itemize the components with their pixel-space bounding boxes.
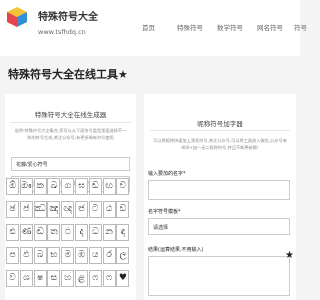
symbol-cell[interactable]: ඕ: [6, 178, 19, 195]
template-select[interactable]: 请选择: [148, 218, 290, 235]
symbol-cell[interactable]: ක: [33, 178, 47, 195]
result-output[interactable]: [148, 256, 290, 296]
symbol-cell[interactable]: ඥ: [61, 201, 75, 218]
symbol-cell[interactable]: ඩ: [116, 201, 130, 218]
template-select-value: 请选择: [153, 225, 169, 231]
divider: [10, 122, 131, 123]
symbol-cell[interactable]: ල: [116, 247, 130, 264]
symbol-cell[interactable]: ඝ: [75, 178, 88, 195]
template-label: 名字符号模板*: [148, 209, 181, 215]
symbol-cell[interactable]: ඪ: [6, 224, 19, 241]
symbol-cell[interactable]: ස: [47, 270, 61, 287]
symbol-cell[interactable]: භ: [47, 247, 61, 264]
page-title: 特殊符号大全在线工具★: [8, 68, 128, 81]
result-label: 结果(运算结果,不用输入): [148, 247, 204, 253]
nav-item-nickname-symbols[interactable]: 网名符号: [257, 22, 283, 32]
symbol-cell[interactable]: ඤ: [47, 201, 61, 218]
symbol-cell[interactable]: න: [102, 224, 116, 241]
symbol-cell[interactable]: ථ: [61, 224, 75, 241]
name-input[interactable]: [148, 180, 290, 200]
symbol-cell[interactable]: ඛ: [47, 178, 61, 195]
name-input-label: 输入要加的名字*: [148, 171, 186, 177]
symbol-cell[interactable]: ඵ: [19, 247, 33, 264]
symbol-cell[interactable]: බ: [33, 247, 47, 264]
symbol-cell[interactable]: ප: [6, 247, 19, 264]
symbol-cell[interactable]: ඡ: [6, 201, 19, 218]
symbol-cell[interactable]: ය: [88, 247, 102, 264]
main-nav: 首页 特殊符号 数学符号 网名符号 符号: [130, 22, 307, 34]
symbol-cell[interactable]: ශ: [19, 270, 33, 287]
symbol-cell[interactable]: ග: [61, 178, 75, 195]
cube-logo-icon[interactable]: [6, 6, 28, 28]
symbol-cell[interactable]: ච: [116, 178, 130, 195]
symbol-cell[interactable]: ෆ: [88, 270, 102, 287]
site-header: 特殊符号大全 www.tsfhdq.cn 首页 特殊符号 数学符号 网名符号 符…: [0, 0, 307, 56]
site-url: www.tsfhdq.cn: [38, 28, 86, 36]
symbol-cell[interactable]: ධ: [88, 224, 102, 241]
nickname-tool-title: 昵称符号加字器: [197, 120, 243, 128]
symbol-cell[interactable]: ම: [61, 247, 75, 264]
symbol-cell[interactable]: ළ: [75, 270, 88, 287]
symbol-cell[interactable]: ට: [88, 201, 102, 218]
symbol-cell[interactable]: ඹ: [75, 247, 88, 264]
symbol-cell[interactable]: ත: [47, 224, 61, 241]
symbol-cell[interactable]: ඨ: [102, 201, 116, 218]
symbol-cell[interactable]: ඳ: [116, 224, 130, 241]
star-icon: ★: [285, 250, 294, 261]
symbol-cell[interactable]: ඬ: [33, 224, 47, 241]
symbol-cell[interactable]: ද: [75, 224, 88, 241]
nickname-symbol-card: 昵称符号加字器 可以将昵称快速加上漂亮符号,关注公众号,可以将工具放入微信,公众…: [144, 94, 296, 300]
nav-item-math-symbols[interactable]: 数学符号: [217, 22, 243, 32]
site-name[interactable]: 特殊符号大全: [38, 8, 98, 23]
symbol-cell[interactable]: ඦ: [75, 201, 88, 218]
symbol-cell[interactable]: ණ: [19, 224, 33, 241]
nav-item-symbols[interactable]: 符号: [294, 22, 307, 32]
symbol-cell[interactable]: ජ: [19, 201, 33, 218]
symbol-cell[interactable]: ඞ: [88, 178, 102, 195]
symbol-cell[interactable]: ර: [102, 247, 116, 264]
nav-item-home[interactable]: 首页: [142, 22, 155, 32]
nickname-tool-description: 可以将昵称快速加上漂亮符号,关注公众号,可以将工具放入微信,公众号有800+加一…: [153, 138, 287, 150]
generator-description: 说明:特殊符号大全集合,您可以从下面符号类型里面选择不一样的符号生成,关注公众号…: [14, 128, 127, 140]
symbol-cell[interactable]: ඟ: [102, 178, 116, 195]
divider: [150, 130, 290, 131]
symbol-cell[interactable]: ♥: [116, 270, 130, 287]
symbol-cell[interactable]: ෆ: [102, 270, 116, 287]
symbol-type-value: 花藤/爱心符号: [16, 162, 48, 168]
generator-title: 特殊符号大全在线生成器: [34, 111, 107, 119]
nav-item-special-symbols[interactable]: 特殊符号: [177, 22, 203, 32]
symbol-cell[interactable]: හ: [61, 270, 75, 287]
symbol-cell[interactable]: ඖ: [19, 178, 33, 195]
symbol-cell[interactable]: ව: [6, 270, 19, 287]
symbol-cell[interactable]: ෂ: [33, 270, 47, 287]
symbol-type-select[interactable]: 花藤/爱心符号: [11, 157, 130, 171]
symbol-cell[interactable]: ඣ: [33, 201, 47, 218]
